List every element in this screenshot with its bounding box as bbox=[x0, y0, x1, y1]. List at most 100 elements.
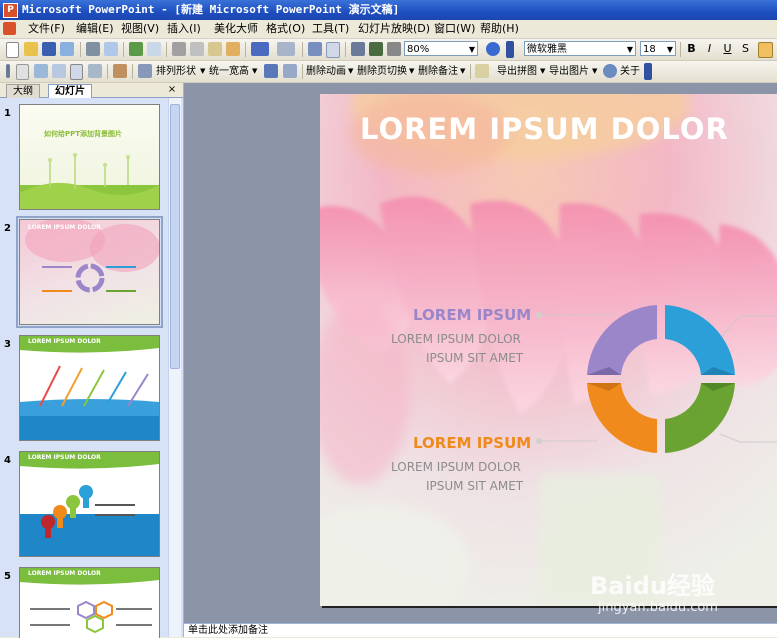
export-icon[interactable] bbox=[475, 64, 489, 78]
slide-number: 5 bbox=[4, 571, 11, 582]
export-image-button[interactable]: 导出图片 bbox=[549, 64, 589, 79]
menu-view[interactable]: 视图(V) bbox=[121, 22, 159, 36]
font-size-combo[interactable]: 18 ▼ bbox=[640, 41, 676, 56]
notes-pane[interactable]: 单击此处添加备注 bbox=[184, 623, 777, 637]
menu-insert[interactable]: 插入(I) bbox=[167, 22, 201, 36]
slide-thumbnail-5[interactable]: LOREM IPSUM DOLOR bbox=[19, 567, 160, 638]
format-painter-icon[interactable] bbox=[226, 42, 240, 56]
font-value: 微软雅黑 bbox=[527, 44, 567, 55]
italic-button[interactable]: I bbox=[702, 41, 717, 57]
block2-line2[interactable]: IPSUM SIT AMET bbox=[426, 479, 523, 493]
layout-icon[interactable] bbox=[70, 64, 83, 80]
standard-toolbar: 80% ▼ 微软雅黑 ▼ 18 ▼ B I U S bbox=[0, 39, 777, 61]
panel-scrollbar[interactable] bbox=[168, 98, 181, 637]
slide-thumbnail-3[interactable]: LOREM IPSUM DOLOR bbox=[19, 335, 160, 441]
menu-edit[interactable]: 编辑(E) bbox=[76, 22, 114, 36]
ring-segment-green[interactable] bbox=[665, 383, 735, 453]
separator bbox=[470, 64, 471, 79]
block1-line1[interactable]: LOREM IPSUM DOLOR bbox=[391, 332, 521, 346]
cut-icon[interactable] bbox=[172, 42, 186, 56]
menu-help[interactable]: 帮助(H) bbox=[480, 22, 519, 36]
slide-thumbnail-4[interactable]: LOREM IPSUM DOLOR bbox=[19, 451, 160, 557]
menu-file[interactable]: 文件(F) bbox=[28, 22, 65, 36]
separator bbox=[302, 42, 303, 57]
paste-icon[interactable] bbox=[208, 42, 222, 56]
close-icon[interactable]: × bbox=[166, 83, 178, 96]
block1-line2[interactable]: IPSUM SIT AMET bbox=[426, 351, 523, 365]
slide-number: 2 bbox=[4, 223, 11, 234]
tab-slides[interactable]: 幻灯片 bbox=[48, 84, 92, 98]
zoom-combo[interactable]: 80% ▼ bbox=[404, 41, 478, 56]
grid-icon[interactable] bbox=[387, 42, 401, 56]
thumbnail-5-title: LOREM IPSUM DOLOR bbox=[28, 570, 101, 577]
arrange-shapes-button[interactable]: 排列形状 bbox=[156, 64, 196, 79]
font-replace-icon[interactable] bbox=[264, 64, 278, 78]
block2-heading[interactable]: LOREM IPSUM bbox=[413, 434, 531, 452]
menu-beautify[interactable]: 美化大师 bbox=[214, 22, 258, 36]
template-icon[interactable] bbox=[34, 64, 48, 78]
export-collage-button[interactable]: 导出拼图 bbox=[497, 64, 537, 79]
menu-format[interactable]: 格式(O) bbox=[266, 22, 305, 36]
spelling-icon[interactable] bbox=[129, 42, 143, 56]
slide-icon[interactable] bbox=[16, 64, 29, 80]
underline-button[interactable]: U bbox=[720, 41, 735, 57]
separator bbox=[680, 42, 681, 57]
align-icon[interactable] bbox=[283, 64, 297, 78]
print-preview-icon[interactable] bbox=[104, 42, 118, 56]
thumbnail-4-art bbox=[20, 452, 159, 556]
undo-icon[interactable] bbox=[251, 42, 269, 56]
help-icon[interactable] bbox=[486, 42, 500, 56]
copy-icon[interactable] bbox=[190, 42, 204, 56]
toolbar-options-icon[interactable] bbox=[644, 63, 652, 80]
about-button[interactable]: 关于 bbox=[620, 64, 640, 79]
magic-icon[interactable] bbox=[113, 64, 127, 78]
expand-all-icon[interactable] bbox=[351, 42, 365, 56]
menu-slideshow[interactable]: 幻灯片放映(D) bbox=[358, 22, 430, 36]
scrollbar-thumb[interactable] bbox=[170, 104, 180, 369]
save-icon[interactable] bbox=[42, 42, 56, 56]
slide-title[interactable]: LOREM IPSUM DOLOR bbox=[360, 112, 729, 146]
ring-segment-blue[interactable] bbox=[665, 305, 735, 375]
picture-icon[interactable] bbox=[52, 64, 66, 78]
research-icon[interactable] bbox=[147, 42, 161, 56]
arrange-icon[interactable] bbox=[138, 64, 152, 78]
delete-animation-button[interactable]: 删除动画 bbox=[306, 64, 346, 79]
title-bar: P Microsoft PowerPoint - [新建 Microsoft P… bbox=[0, 0, 777, 20]
delete-notes-button[interactable]: 删除备注 bbox=[418, 64, 458, 79]
block1-heading[interactable]: LOREM IPSUM bbox=[413, 306, 531, 324]
new-icon[interactable] bbox=[6, 42, 19, 58]
block2-line1[interactable]: LOREM IPSUM DOLOR bbox=[391, 460, 521, 474]
shadow-button[interactable]: S bbox=[738, 41, 753, 57]
unify-size-button[interactable]: 统一宽高 bbox=[209, 64, 249, 79]
redo-icon[interactable] bbox=[277, 42, 295, 56]
thumbnail-2-art bbox=[25, 220, 159, 293]
separator bbox=[302, 64, 303, 79]
insert-chart-icon[interactable] bbox=[308, 42, 322, 56]
permission-icon[interactable] bbox=[60, 42, 74, 56]
show-formatting-icon[interactable] bbox=[369, 42, 383, 56]
slide-thumbnail-2[interactable]: LOREM IPSUM DOLOR bbox=[16, 216, 163, 328]
slide-number: 4 bbox=[4, 455, 11, 466]
print-icon[interactable] bbox=[86, 42, 100, 56]
bold-button[interactable]: B bbox=[684, 41, 699, 57]
thumbnail-3-art bbox=[20, 336, 159, 440]
ring-segment-purple[interactable] bbox=[587, 305, 657, 375]
toolbar-options-icon[interactable] bbox=[506, 41, 514, 58]
font-combo[interactable]: 微软雅黑 ▼ bbox=[524, 41, 636, 56]
menu-window[interactable]: 窗口(W) bbox=[434, 22, 475, 36]
ring-diagram[interactable] bbox=[583, 301, 743, 461]
user-icon[interactable] bbox=[603, 64, 617, 78]
app-menu-icon[interactable] bbox=[3, 22, 16, 35]
align-left-icon[interactable] bbox=[758, 42, 773, 58]
current-slide[interactable]: LOREM IPSUM DOLOR LOREM IPSUM LOREM IPSU… bbox=[320, 94, 777, 606]
open-icon[interactable] bbox=[24, 42, 38, 56]
frame-icon[interactable] bbox=[88, 64, 102, 78]
powerpoint-icon[interactable]: P bbox=[3, 3, 18, 18]
insert-table-icon[interactable] bbox=[326, 42, 340, 58]
tab-outline[interactable]: 大纲 bbox=[6, 84, 40, 98]
delete-transition-button[interactable]: 删除页切换 bbox=[357, 64, 407, 79]
separator bbox=[123, 42, 124, 57]
slide-thumbnail-1[interactable]: 如何给PPT添加背景图片 bbox=[19, 104, 160, 210]
ring-segment-orange[interactable] bbox=[587, 383, 657, 453]
menu-tools[interactable]: 工具(T) bbox=[312, 22, 349, 36]
